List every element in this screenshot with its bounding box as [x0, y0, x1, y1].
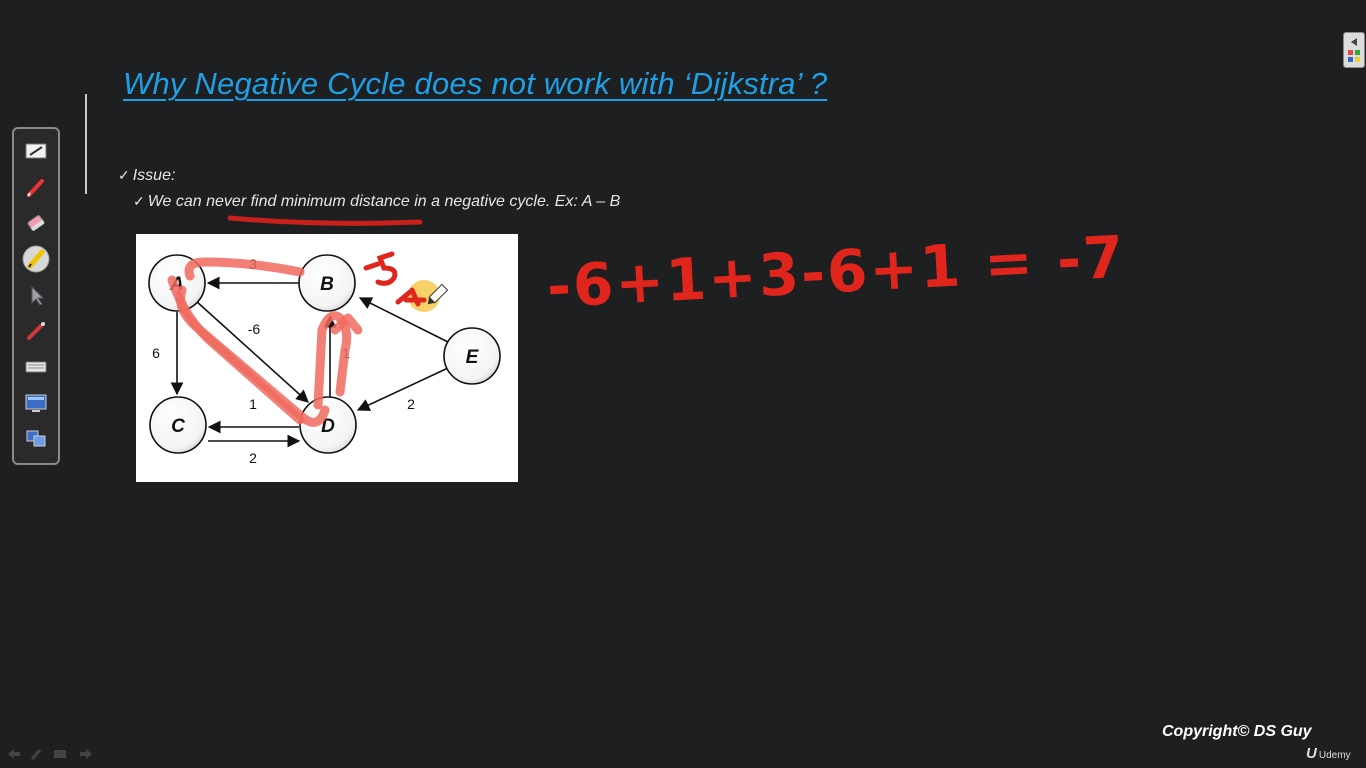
next-slide-icon[interactable] — [80, 749, 92, 759]
svg-text:C: C — [171, 416, 185, 437]
weight-c-d: 2 — [249, 450, 257, 466]
ink-underline — [227, 215, 423, 226]
weight-b-a: 3 — [249, 256, 257, 272]
edge-e-d — [356, 367, 449, 411]
screen-icon[interactable] — [22, 389, 50, 417]
node-c: C — [149, 396, 207, 454]
svg-text:B: B — [320, 274, 334, 295]
udemy-logo: U Udemy — [1306, 745, 1351, 762]
highlighter-icon[interactable] — [22, 245, 50, 273]
udemy-label: Udemy — [1318, 750, 1351, 761]
margin-line — [85, 94, 87, 194]
menu-nav-icon[interactable] — [54, 750, 66, 758]
weight-a-d: -6 — [248, 321, 261, 337]
weight-d-b: 1 — [342, 345, 350, 361]
slide-navigation — [6, 746, 96, 762]
drawing-toolbar — [12, 127, 60, 465]
weight-a-c: 6 — [152, 345, 160, 361]
slide-title: Why Negative Cycle does not work with ‘D… — [123, 66, 828, 101]
node-e: E — [443, 327, 501, 385]
node-b: B — [298, 254, 356, 312]
graph-diagram: 3 -6 6 1 1 2 2 A B C D E — [136, 234, 518, 482]
keyboard-icon[interactable] — [22, 353, 50, 381]
edge-a-d — [195, 300, 309, 403]
issue-label: Issue: — [132, 167, 176, 184]
issue-text: We can never find minimum distance in a … — [147, 193, 621, 210]
pen-icon[interactable] — [22, 173, 50, 201]
laser-pen-icon[interactable] — [22, 317, 50, 345]
eraser-icon[interactable] — [22, 209, 50, 237]
check-mark-icon: ✓ — [118, 167, 130, 183]
weight-d-c: 1 — [249, 396, 257, 412]
whiteboard-icon[interactable] — [22, 137, 50, 165]
check-mark-icon: ✓ — [133, 193, 145, 209]
issue-item: ✓ We can never find minimum distance in a… — [133, 193, 620, 211]
weight-e-d: 2 — [407, 396, 415, 412]
prev-slide-icon[interactable] — [8, 749, 20, 759]
svg-text:E: E — [466, 347, 480, 368]
node-a: A — [148, 254, 206, 312]
pointer-icon[interactable] — [22, 281, 50, 309]
svg-text:D: D — [321, 416, 335, 437]
ink-equation: -6+1+3-6+1 = -7 — [545, 223, 1127, 321]
pen-nav-icon[interactable] — [30, 749, 42, 760]
display-icon[interactable] — [22, 425, 50, 453]
node-d: D — [299, 396, 357, 454]
issue-heading: ✓ Issue: — [118, 167, 175, 185]
copyright-text: Copyright© DS Guy — [1162, 723, 1312, 740]
edge-e-b — [358, 297, 449, 343]
side-panel-tab[interactable] — [1343, 32, 1365, 68]
svg-text:A: A — [169, 274, 184, 295]
graph-svg: 3 -6 6 1 1 2 2 A B C D E — [148, 254, 501, 466]
udemy-mark: U — [1306, 745, 1317, 762]
